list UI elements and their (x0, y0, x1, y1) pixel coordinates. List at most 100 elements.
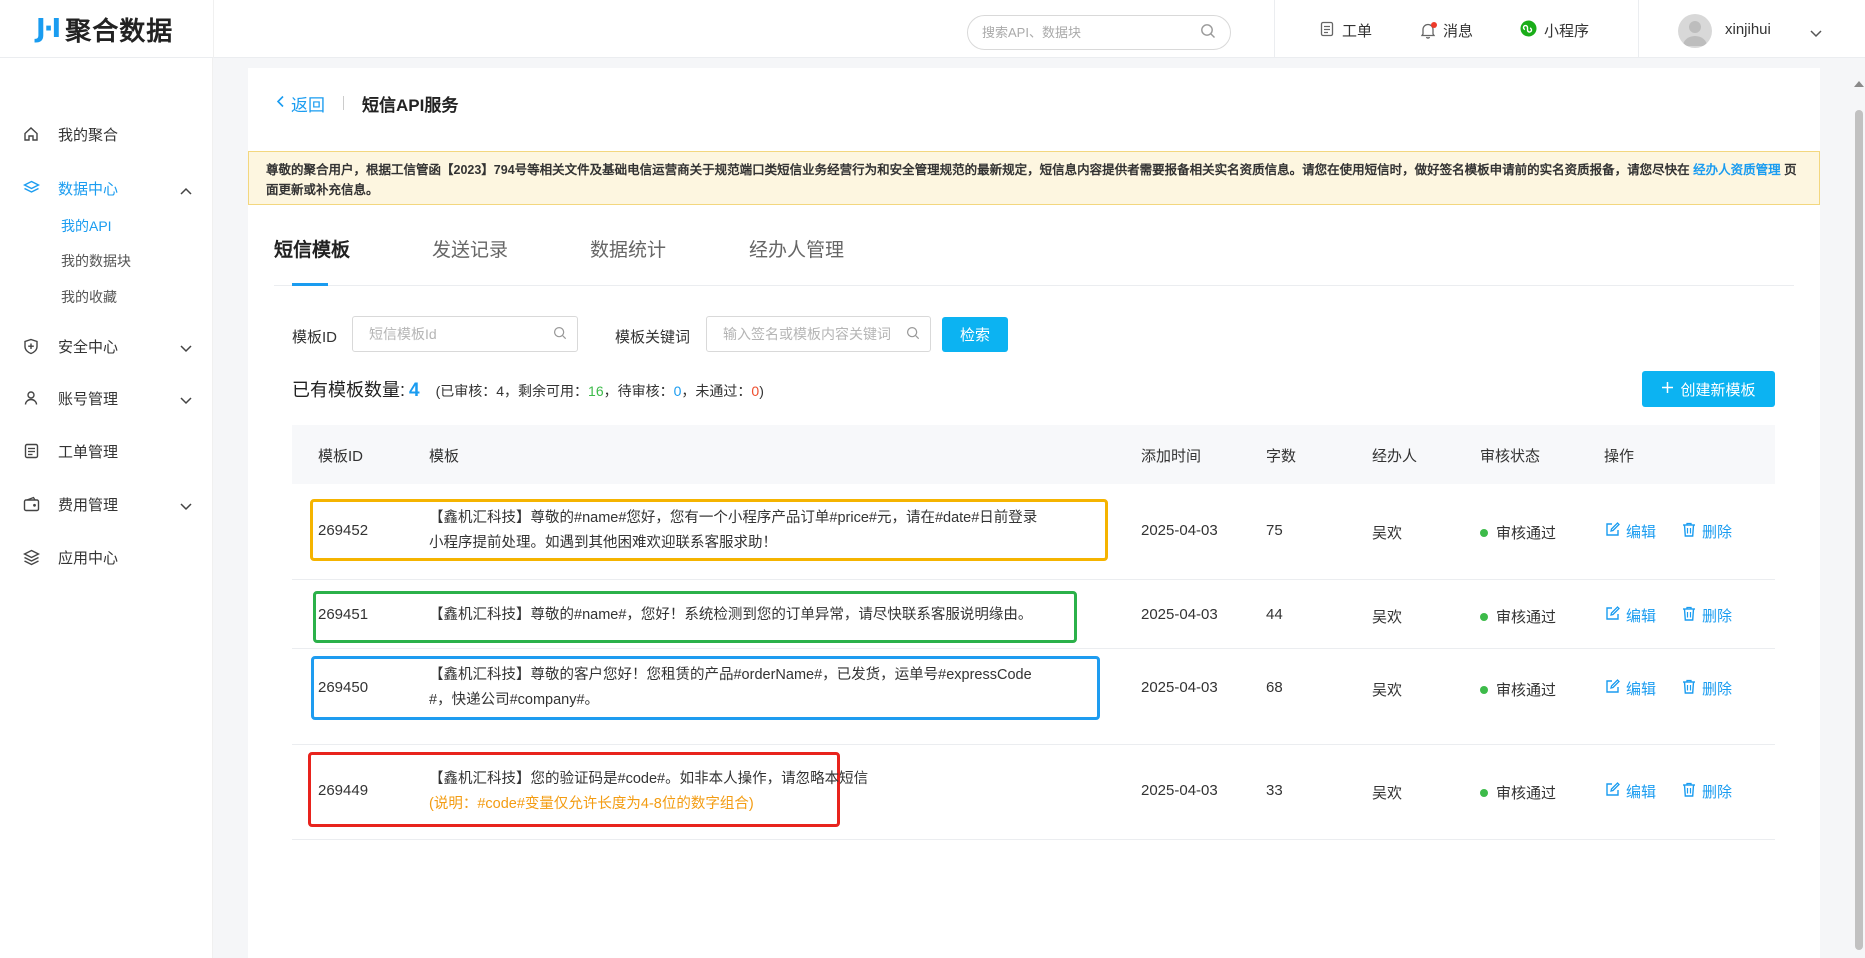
table-row: 269450 【鑫机汇科技】尊敬的客户您好！您租赁的产品#orderName#，… (292, 649, 1775, 745)
template-text-line: 【鑫机汇科技】尊敬的客户您好！您租赁的产品#orderName#，已发货，运单号… (429, 667, 1032, 683)
template-content: 【鑫机汇科技】尊敬的客户您好！您租赁的产品#orderName#，已发货，运单号… (429, 663, 1032, 713)
template-content: 【鑫机汇科技】您的验证码是#code#。如非本人操作，请忽略本短信 (说明：#c… (429, 767, 868, 817)
keyword-input[interactable] (723, 326, 906, 342)
edit-button[interactable]: 编辑 (1605, 678, 1656, 699)
count-pending-text: ，待审核： (603, 383, 674, 399)
sidebar-item-label: 费用管理 (58, 496, 119, 514)
count-label: 已有模板数量: (292, 380, 406, 400)
template-id-label: 模板ID (292, 329, 338, 346)
sidebar-item-account[interactable]: 账号管理 (22, 384, 192, 412)
column-header-status: 审核状态 (1480, 448, 1541, 465)
added-date: 2025-04-03 (1141, 782, 1218, 799)
back-button[interactable]: 返回 (276, 91, 325, 116)
template-text-line: 【鑫机汇科技】尊敬的#name#您好，您有一个小程序产品订单#price#元，请… (429, 510, 1038, 526)
user-avatar[interactable] (1678, 14, 1712, 48)
global-search-input[interactable] (982, 25, 1200, 40)
sidebar-subitem-my-api[interactable]: 我的API (61, 216, 112, 236)
logo[interactable]: J·I 聚合数据 (36, 12, 173, 46)
sidebar-item-fees[interactable]: 费用管理 (22, 490, 192, 518)
count-approved-text: (已审核：4，剩余可用： (435, 383, 589, 399)
count-remaining: 16 (588, 383, 604, 399)
active-tab-indicator (292, 283, 328, 286)
table-row: 269452 【鑫机汇科技】尊敬的#name#您好，您有一个小程序产品订单#pr… (292, 484, 1775, 580)
tab-handler-management[interactable]: 经办人管理 (749, 235, 844, 262)
message-label: 消息 (1443, 23, 1474, 40)
create-template-label: 创建新模板 (1680, 381, 1756, 399)
delete-button[interactable]: 删除 (1682, 678, 1732, 699)
stack-icon (22, 548, 40, 566)
edit-button[interactable]: 编辑 (1605, 605, 1656, 626)
plus-icon (1661, 381, 1674, 398)
message-link[interactable]: 消息 (1420, 20, 1473, 41)
handler-name: 吴欢 (1372, 609, 1403, 626)
search-icon[interactable] (1200, 23, 1216, 42)
ticket-icon (1320, 21, 1335, 41)
scroll-up-arrow-icon[interactable] (1854, 74, 1864, 90)
back-label: 返回 (291, 95, 325, 115)
delete-label: 删除 (1702, 681, 1733, 698)
sidebar-item-label: 应用中心 (58, 549, 119, 567)
handler-name: 吴欢 (1372, 525, 1403, 542)
sidebar-item-data-center[interactable]: 数据中心 (22, 174, 192, 202)
template-content: 【鑫机汇科技】尊敬的#name#，您好！系统检测到您的订单异常，请尽快联系客服说… (429, 603, 1032, 628)
char-count: 33 (1266, 782, 1283, 799)
edit-button[interactable]: 编辑 (1605, 781, 1656, 802)
column-header-template: 模板 (429, 448, 460, 465)
count-suffix: ) (759, 383, 764, 399)
sidebar-item-tickets[interactable]: 工单管理 (22, 437, 192, 465)
ticket-link[interactable]: 工单 (1320, 20, 1372, 41)
template-text-line: #，快递公司#company#。 (429, 692, 600, 708)
status-label: 审核通过 (1496, 785, 1557, 802)
status-badge: 审核通过 (1480, 782, 1556, 803)
logo-text: 聚合数据 (65, 15, 174, 46)
chevron-down-icon[interactable] (1810, 25, 1822, 41)
miniapp-link[interactable]: 小程序 (1520, 20, 1589, 41)
status-label: 审核通过 (1496, 609, 1557, 626)
delete-button[interactable]: 删除 (1682, 521, 1732, 542)
miniapp-icon (1520, 20, 1537, 41)
tab-statistics[interactable]: 数据统计 (590, 235, 666, 262)
scrollbar-thumb[interactable] (1855, 110, 1863, 950)
count-detail: (已审核：4，剩余可用：16，待审核：0，未通过：0) (436, 381, 764, 401)
sidebar-item-apps[interactable]: 应用中心 (22, 543, 192, 571)
status-dot (1480, 612, 1488, 621)
sidebar-item-security[interactable]: 安全中心 (22, 332, 192, 360)
delete-button[interactable]: 删除 (1682, 781, 1732, 802)
delete-button[interactable]: 删除 (1682, 605, 1732, 626)
sidebar: 我的聚合 数据中心 我的API 我的数据块 我的收藏 安全中心 账号管理 工单管… (0, 58, 213, 958)
edit-icon (1605, 782, 1620, 801)
create-template-button[interactable]: 创建新模板 (1642, 371, 1775, 407)
divider (343, 96, 344, 110)
shield-icon (22, 337, 40, 355)
wallet-icon (22, 495, 40, 513)
sidebar-subitem-my-favorites[interactable]: 我的收藏 (61, 287, 117, 307)
keyword-field[interactable] (706, 316, 931, 352)
handler-name: 吴欢 (1372, 785, 1403, 802)
global-search[interactable] (967, 15, 1231, 50)
template-text-line: 【鑫机汇科技】您的验证码是#code#。如非本人操作，请忽略本短信 (429, 771, 869, 787)
template-id-input[interactable] (369, 326, 553, 342)
sidebar-item-my-juhe[interactable]: 我的聚合 (22, 120, 192, 148)
tab-sms-templates[interactable]: 短信模板 (274, 235, 350, 262)
template-note: (说明：#code#变量仅允许长度为4-8位的数字组合) (429, 796, 754, 812)
status-dot (1480, 528, 1488, 537)
edit-label: 编辑 (1626, 784, 1657, 801)
search-icon (906, 326, 920, 343)
username[interactable]: xinjihui (1725, 21, 1771, 38)
count-rejected-text: ，未通过： (681, 383, 752, 399)
user-icon (22, 389, 40, 407)
template-id-field[interactable] (352, 316, 578, 352)
sidebar-subitem-my-blocks[interactable]: 我的数据块 (61, 251, 131, 271)
search-icon (553, 326, 567, 343)
tab-send-records[interactable]: 发送记录 (432, 235, 508, 262)
edit-label: 编辑 (1626, 524, 1657, 541)
handler-qualification-link[interactable]: 经办人资质管理 (1693, 163, 1781, 177)
sidebar-item-label: 账号管理 (58, 390, 119, 408)
search-button[interactable]: 检索 (942, 317, 1008, 352)
template-id: 269450 (318, 679, 369, 696)
layers-icon (22, 179, 40, 197)
ticket-label: 工单 (1342, 23, 1373, 40)
edit-button[interactable]: 编辑 (1605, 521, 1656, 542)
chevron-down-icon (180, 392, 192, 409)
keyword-label: 模板关键词 (615, 329, 691, 346)
